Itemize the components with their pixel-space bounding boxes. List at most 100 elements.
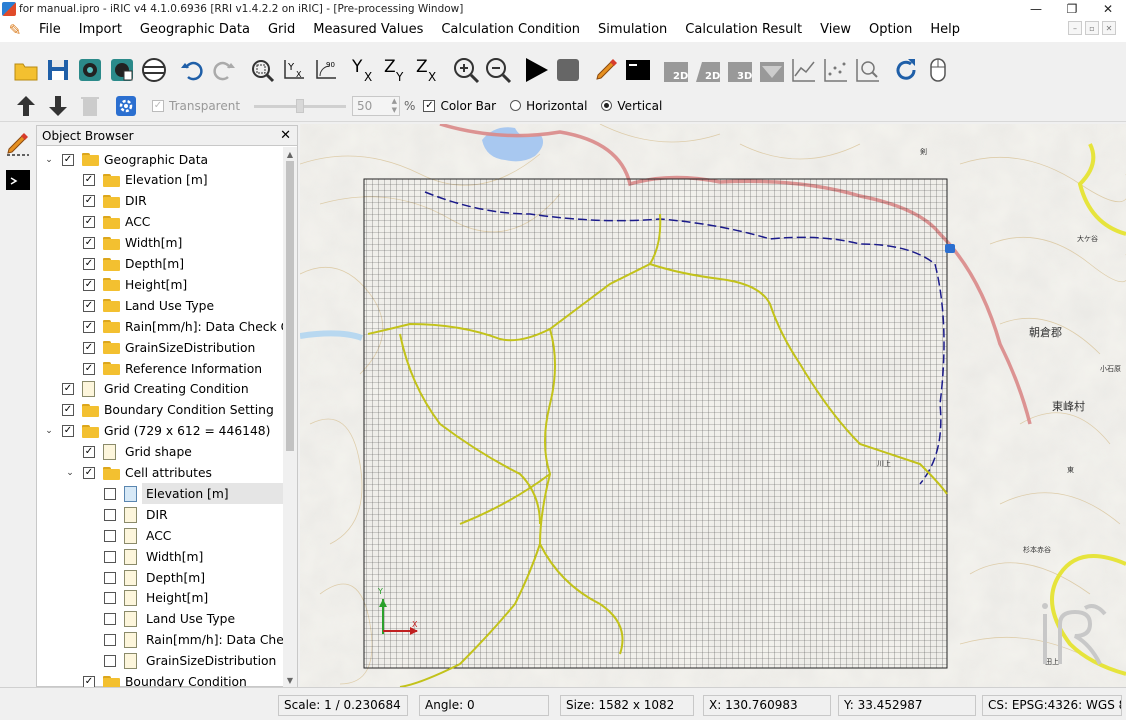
map-view[interactable]: Y X 朝倉郡 東峰村 小石原 大ケ谷 川上 東 剣 杉本赤谷 田上 <box>300 124 1126 687</box>
tree-item-checkbox[interactable] <box>104 529 116 542</box>
tree-item[interactable]: ✓ Elevation [m] <box>37 170 283 191</box>
rotate-90-icon[interactable]: 90 <box>310 54 342 86</box>
mdi-close-button[interactable]: ✕ <box>1102 21 1116 35</box>
tree-item-checkbox[interactable]: ✓ <box>83 341 95 354</box>
tree-item[interactable]: ACC <box>37 525 283 546</box>
tree-item-checkbox[interactable]: ✓ <box>83 362 95 375</box>
tree-item-checkbox[interactable]: ✓ <box>83 467 95 479</box>
zoom-out-icon[interactable] <box>482 54 514 86</box>
maximize-button[interactable]: ❐ <box>1054 0 1090 18</box>
tree-item[interactable]: ✓ Boundary Condition <box>37 672 283 687</box>
save-icon[interactable] <box>42 54 74 86</box>
tree-item[interactable]: ⌄ ✓ Geographic Data <box>37 149 283 170</box>
run-icon[interactable] <box>520 54 552 86</box>
menu-calculation-result[interactable]: Calculation Result <box>676 19 811 41</box>
menu-simulation[interactable]: Simulation <box>589 19 676 41</box>
open-folder-icon[interactable] <box>10 54 42 86</box>
tree-item[interactable]: ⌄ ✓ Grid (729 x 612 = 446148) <box>37 421 283 442</box>
tree-item[interactable]: Land Use Type <box>37 609 283 630</box>
tree-item[interactable]: ✓ Boundary Condition Setting <box>37 400 283 421</box>
tree-item-checkbox[interactable]: ✓ <box>83 237 95 250</box>
menu-file[interactable]: File <box>30 19 70 41</box>
tree-item-checkbox[interactable] <box>104 613 116 626</box>
tree-item[interactable]: ✓ ACC <box>37 212 283 233</box>
tree-item[interactable]: DIR <box>37 504 283 525</box>
post-3d-icon[interactable]: 3D <box>724 54 756 86</box>
tree-item-checkbox[interactable]: ✓ <box>83 216 95 229</box>
transparency-slider[interactable] <box>254 96 347 116</box>
tree-item[interactable]: ✓ GrainSizeDistribution <box>37 337 283 358</box>
tree-item[interactable]: GrainSizeDistribution <box>37 651 283 672</box>
tree-item[interactable]: ⌄ ✓ Cell attributes <box>37 463 283 484</box>
menu-view[interactable]: View <box>811 19 860 41</box>
graph-icon[interactable] <box>788 54 820 86</box>
tree-item-checkbox[interactable]: ✓ <box>62 153 74 166</box>
menu-help[interactable]: Help <box>921 19 969 41</box>
tree-item[interactable]: Width[m] <box>37 546 283 567</box>
delete-trash-icon[interactable] <box>74 92 106 120</box>
tree-item-checkbox[interactable]: ✓ <box>83 174 95 187</box>
mouse-help-icon[interactable] <box>922 54 954 86</box>
snapshot-icon[interactable] <box>74 54 106 86</box>
scroll-down-icon[interactable]: ▼ <box>283 673 297 687</box>
transparency-spinbox[interactable]: 50 ▲ ▼ <box>352 95 401 116</box>
tree-item[interactable]: Height[m] <box>37 588 283 609</box>
tree-item-checkbox[interactable] <box>104 487 116 500</box>
move-up-icon[interactable] <box>10 92 42 120</box>
undo-icon[interactable] <box>176 54 208 86</box>
tree-item-checkbox[interactable] <box>104 634 116 647</box>
mdi-minimize-button[interactable]: – <box>1068 21 1082 35</box>
scroll-up-icon[interactable]: ▲ <box>283 147 297 161</box>
post-2d-icon[interactable]: 2D <box>660 54 692 86</box>
menu-option[interactable]: Option <box>860 19 921 41</box>
refresh-icon[interactable] <box>890 54 922 86</box>
tree-item-checkbox[interactable]: ✓ <box>83 278 95 291</box>
tree-item-checkbox[interactable]: ✓ <box>83 299 95 312</box>
tree-expander-icon[interactable]: ⌄ <box>43 154 55 166</box>
pre-processor-icon[interactable] <box>590 54 622 86</box>
view-yx-icon[interactable]: YX <box>348 54 380 86</box>
pre-processor-window-icon[interactable] <box>2 129 34 159</box>
scatter-graph-icon[interactable] <box>820 54 852 86</box>
minimize-button[interactable]: — <box>1018 0 1054 18</box>
tree-item-checkbox[interactable]: ✓ <box>62 404 74 417</box>
tree-item[interactable]: Elevation [m] <box>104 483 283 505</box>
tree-item-checkbox[interactable]: ✓ <box>83 320 95 333</box>
mdi-restore-button[interactable]: ▫ <box>1085 21 1099 35</box>
scroll-thumb[interactable] <box>286 161 294 451</box>
stop-icon[interactable] <box>552 54 584 86</box>
tree-item-checkbox[interactable]: ✓ <box>83 258 95 270</box>
tree-item-checkbox[interactable]: ✓ <box>83 676 95 687</box>
colorbar-checkbox[interactable]: ✓ <box>423 99 436 112</box>
horizontal-radio[interactable] <box>510 100 522 111</box>
tree-item[interactable]: ✓ Grid Creating Condition <box>37 379 283 400</box>
menu-measured-values[interactable]: Measured Values <box>304 19 432 41</box>
zoom-in-icon[interactable] <box>450 54 482 86</box>
tree-expander-icon[interactable]: ⌄ <box>43 425 55 437</box>
redo-icon[interactable] <box>208 54 240 86</box>
view-zx-icon[interactable]: ZX <box>412 54 444 86</box>
tree-item-checkbox[interactable] <box>104 508 116 521</box>
tree-item[interactable]: Depth[m] <box>37 567 283 588</box>
graph-zoom-icon[interactable] <box>852 54 884 86</box>
tree-item-checkbox[interactable] <box>104 592 116 605</box>
solver-console-icon[interactable] <box>622 54 654 86</box>
tree-item[interactable]: ✓ Grid shape <box>37 442 283 463</box>
post-cross-section-icon[interactable] <box>756 54 788 86</box>
axis-xy-icon[interactable]: YX <box>278 54 310 86</box>
tree-item-checkbox[interactable] <box>104 550 116 563</box>
object-tree[interactable]: ⌄ ✓ Geographic Data ✓ Elevation [m] ✓ DIR ✓ ACC ✓… <box>37 147 283 687</box>
move-down-icon[interactable] <box>42 92 74 120</box>
tree-item[interactable]: ✓ Land Use Type <box>37 295 283 316</box>
tree-item-checkbox[interactable]: ✓ <box>62 425 74 438</box>
tree-item[interactable]: ✓ DIR <box>37 191 283 212</box>
tree-item[interactable]: ✓ Reference Information <box>37 358 283 379</box>
tree-item-checkbox[interactable]: ✓ <box>83 195 95 208</box>
tree-item-checkbox[interactable]: ✓ <box>62 383 74 396</box>
property-gear-icon[interactable] <box>110 92 142 120</box>
menu-grid[interactable]: Grid <box>259 19 304 41</box>
tree-item[interactable]: ✓ Depth[m] <box>37 254 283 275</box>
tree-expander-icon[interactable]: ⌄ <box>64 467 76 479</box>
spin-up-icon[interactable]: ▲ <box>392 97 397 105</box>
tree-item-checkbox[interactable] <box>104 571 116 584</box>
